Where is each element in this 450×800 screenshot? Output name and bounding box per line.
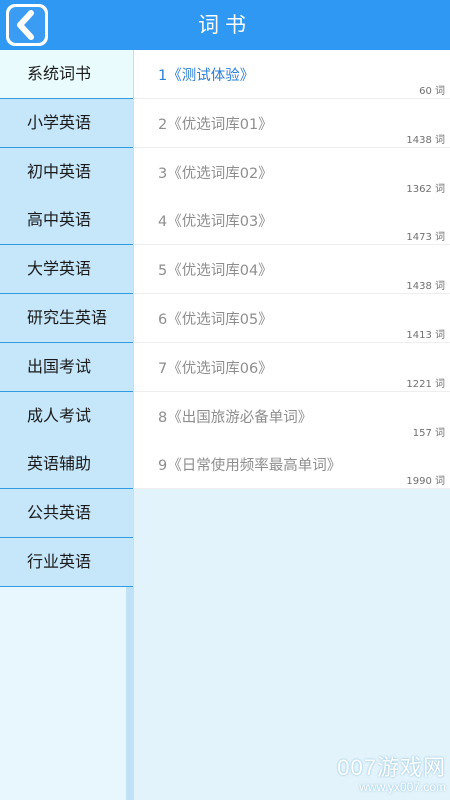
sidebar-item-label: 行业英语 <box>27 552 92 571</box>
app-header: 词书 <box>0 0 450 50</box>
sidebar-item-label: 公共英语 <box>27 503 92 523</box>
book-word-count: 1438 词 <box>406 134 445 146</box>
sidebar-item[interactable]: 英语辅助 <box>0 440 133 490</box>
sidebar-item[interactable]: 小学英语 <box>0 98 133 148</box>
book-name: 5《优选词库04》 <box>158 263 273 280</box>
book-name: 3《优选词库02》 <box>158 165 273 182</box>
book-name: 8《出国旅游必备单词》 <box>158 409 313 426</box>
book-word-count: 1438 词 <box>406 281 445 293</box>
book-row[interactable]: 8《出国旅游必备单词》 157 词 <box>134 391 450 441</box>
watermark-url: www.yx007.com <box>359 780 446 794</box>
sidebar-item[interactable]: 高中英语 <box>0 196 133 246</box>
book-row[interactable]: 5《优选词库04》 1438 词 <box>134 245 450 295</box>
sidebar-item-label: 研究生英语 <box>27 308 108 327</box>
watermark: 007游戏网 www.yx007.com <box>337 755 446 795</box>
page-title: 词书 <box>198 13 252 37</box>
sidebar-item[interactable]: 行业英语 <box>0 538 133 587</box>
book-word-count: 1221 词 <box>406 378 445 390</box>
sidebar-item[interactable]: 初中英语 <box>0 147 133 197</box>
sidebar-item-label: 出国考试 <box>27 356 92 376</box>
book-name: 6《优选词库05》 <box>158 312 273 328</box>
sidebar-item[interactable]: 出国考试 <box>0 342 133 392</box>
sidebar-item[interactable]: 系统词书 <box>0 50 133 99</box>
book-row[interactable]: 6《优选词库05》 1413 词 <box>134 294 450 343</box>
sidebar-item[interactable]: 研究生英语 <box>0 294 133 343</box>
book-row[interactable]: 1《测试体验》 60 词 <box>134 50 450 99</box>
sidebar-item[interactable]: 大学英语 <box>0 245 133 295</box>
sidebar-item-label: 初中英语 <box>27 161 92 181</box>
sidebar-item[interactable]: 公共英语 <box>0 489 133 539</box>
book-word-count: 60 词 <box>419 86 445 97</box>
book-row[interactable]: 3《优选词库02》 1362 词 <box>134 147 450 197</box>
sidebar-item-label: 成人考试 <box>27 405 92 425</box>
book-row[interactable]: 4《优选词库03》 1473 词 <box>134 196 450 246</box>
book-name: 9《日常使用频率最高单词》 <box>158 458 342 475</box>
book-word-count: 1990 词 <box>406 476 445 488</box>
book-word-count: 157 词 <box>412 427 445 439</box>
book-name: 7《优选词库06》 <box>158 360 273 377</box>
watermark-title: 007游戏网 <box>337 755 446 780</box>
book-name: 2《优选词库01》 <box>158 116 273 133</box>
sidebar-item-label: 小学英语 <box>27 112 92 132</box>
sidebar-item[interactable]: 成人考试 <box>0 391 133 441</box>
sidebar-item-label: 高中英语 <box>27 210 92 230</box>
sidebar-item-label: 大学英语 <box>27 259 92 279</box>
book-word-count: 1362 词 <box>406 183 445 195</box>
book-name: 1《测试体验》 <box>158 68 255 84</box>
book-word-count: 1413 词 <box>406 330 445 341</box>
sidebar-item-label: 英语辅助 <box>27 454 92 474</box>
book-name: 4《优选词库03》 <box>158 214 273 231</box>
book-row[interactable]: 9《日常使用频率最高单词》 1990 词 <box>134 440 450 490</box>
book-row[interactable]: 7《优选词库06》 1221 词 <box>134 342 450 392</box>
book-word-count: 1473 词 <box>406 232 445 244</box>
book-row[interactable]: 2《优选词库01》 1438 词 <box>134 98 450 148</box>
sidebar-item-label: 系统词书 <box>27 64 92 83</box>
